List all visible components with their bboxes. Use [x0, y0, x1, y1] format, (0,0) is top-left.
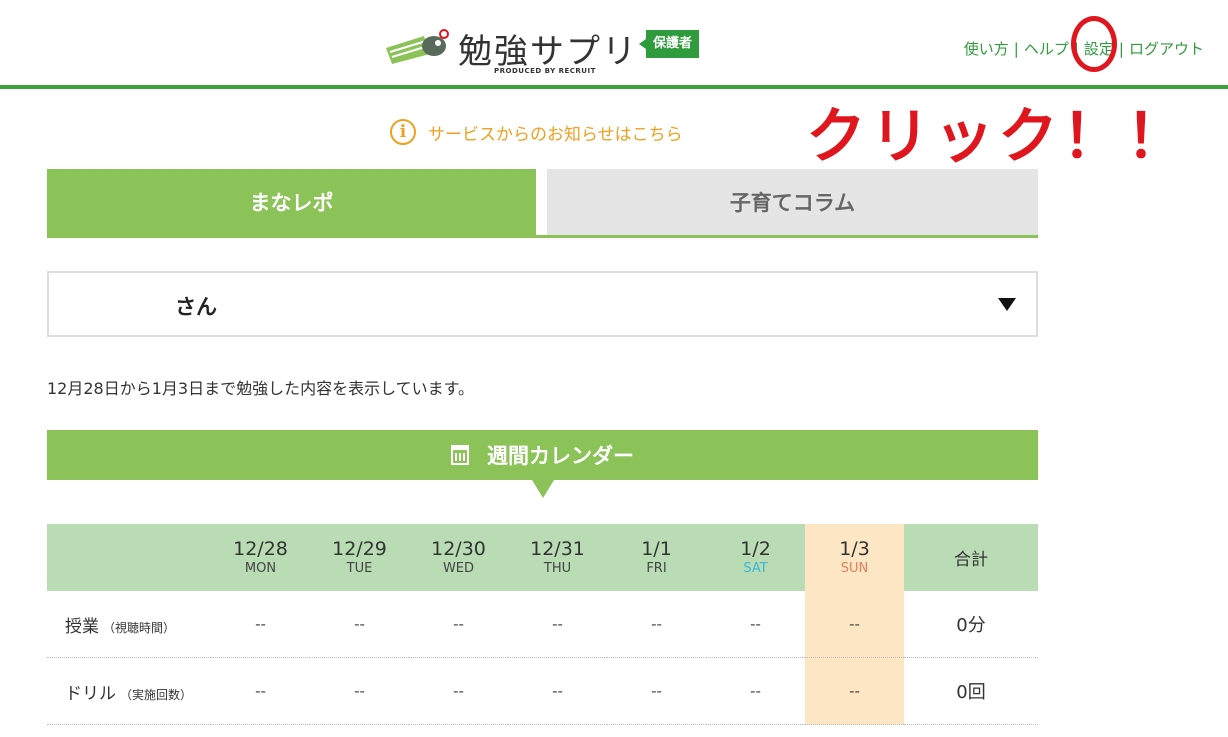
day-header: 1/3 SUN: [805, 524, 904, 591]
header-empty-cell: [47, 524, 211, 591]
caret-down-icon: [998, 298, 1016, 311]
child-select-value: さん: [175, 295, 217, 319]
day-header: 1/2 SAT: [706, 524, 805, 591]
nav-help[interactable]: ヘルプ: [1024, 40, 1069, 58]
total-header: 合計: [904, 524, 1038, 591]
bird-logo-icon: [386, 29, 449, 64]
day-header: 1/1 FRI: [607, 524, 706, 591]
main-tabs: まなレポ 子育てコラム: [47, 169, 1038, 238]
table-cell: --: [310, 657, 409, 725]
service-notice-link[interactable]: i サービスからのお知らせはこちら: [390, 116, 683, 148]
highlight-circle-annotation: [1071, 16, 1117, 72]
child-select[interactable]: さん: [47, 271, 1038, 337]
table-cell: --: [211, 657, 310, 725]
table-cell: --: [706, 591, 805, 658]
table-cell: --: [508, 657, 607, 725]
day-header: 12/31 THU: [508, 524, 607, 591]
weekly-calendar-header: 週間カレンダー: [47, 430, 1038, 480]
header: 勉強サプリ 保護者 PRODUCED BY RECRUIT 使い方 | ヘルプ | 設定…: [0, 0, 1228, 86]
nav-how-to-use[interactable]: 使い方: [964, 40, 1009, 58]
parent-badge: 保護者: [639, 30, 699, 58]
table-cell: --: [805, 591, 904, 658]
produced-by-text: PRODUCED BY RECRUIT: [494, 67, 596, 75]
table-cell: --: [409, 591, 508, 658]
app-title: 勉強サプリ: [458, 32, 638, 72]
nav-separator: |: [1118, 40, 1124, 58]
click-annotation: クリック！！: [806, 102, 1190, 172]
info-icon: i: [390, 119, 416, 145]
table-cell: --: [409, 657, 508, 725]
row-label: ドリル （実施回数）: [47, 657, 211, 725]
day-header: 12/28 MON: [211, 524, 310, 591]
table-cell: --: [607, 591, 706, 658]
row-total: 0回: [904, 657, 1038, 725]
table-cell: --: [310, 591, 409, 658]
weekly-calendar-table: 12/28 MON 12/29 TUE 12/30 WED 12/31 THU 1/1 F…: [47, 524, 1038, 725]
table-cell: --: [706, 657, 805, 725]
table-row: 授業 （視聴時間） -- -- -- -- -- -- -- 0分: [47, 591, 1038, 658]
weekly-calendar-title: 週間カレンダー: [487, 444, 634, 468]
tab-manarepo[interactable]: まなレポ: [47, 169, 536, 235]
day-header: 12/29 TUE: [310, 524, 409, 591]
table-cell: --: [211, 591, 310, 658]
table-header-row: 12/28 MON 12/29 TUE 12/30 WED 12/31 THU 1/1 F…: [47, 524, 1038, 591]
calendar-icon: [451, 445, 469, 465]
table-cell: --: [607, 657, 706, 725]
table-cell: --: [508, 591, 607, 658]
tab-underline: [47, 235, 1038, 238]
row-total: 0分: [904, 591, 1038, 658]
nav-logout[interactable]: ログアウト: [1129, 40, 1204, 58]
tab-parenting-column[interactable]: 子育てコラム: [547, 169, 1038, 235]
date-range-text: 12月28日から1月3日まで勉強した内容を表示しています。: [47, 379, 474, 398]
nav-separator: |: [1013, 40, 1019, 58]
calendar-pointer-arrow: [532, 480, 554, 498]
row-label: 授業 （視聴時間）: [47, 591, 211, 658]
table-cell: --: [805, 657, 904, 725]
table-row: ドリル （実施回数） -- -- -- -- -- -- -- 0回: [47, 657, 1038, 725]
day-header: 12/30 WED: [409, 524, 508, 591]
notice-text: サービスからのお知らせはこちら: [428, 124, 683, 145]
